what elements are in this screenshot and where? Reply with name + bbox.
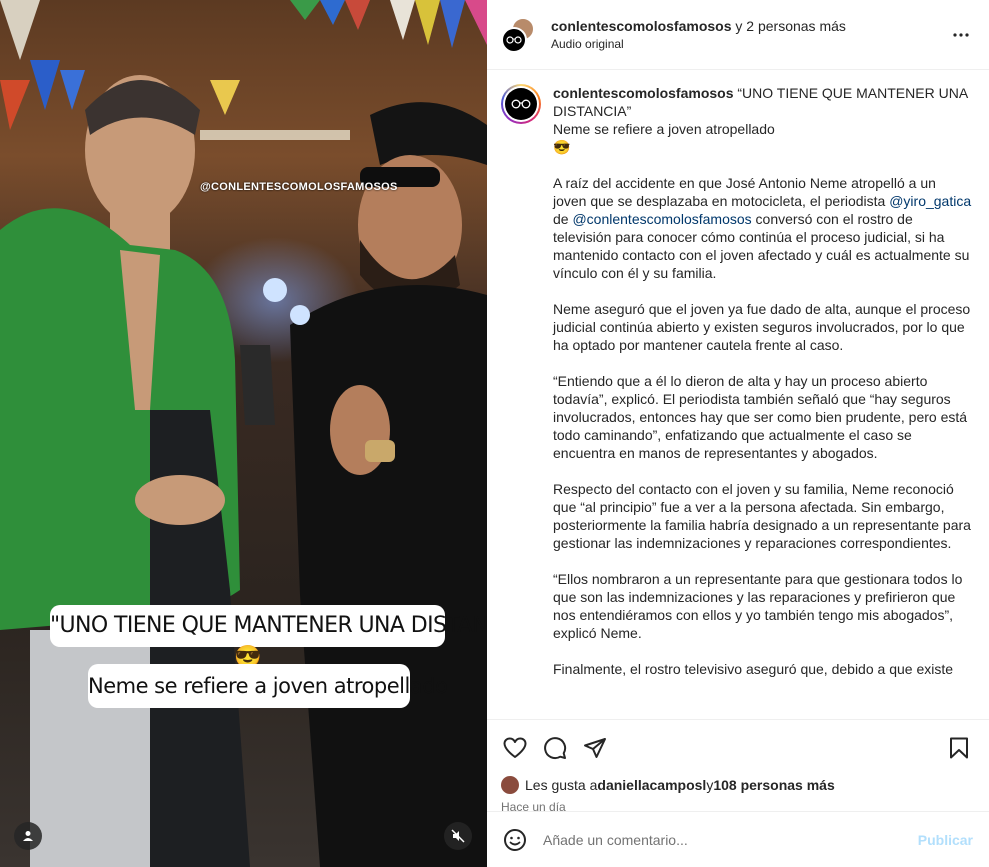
mute-button[interactable] [444, 822, 472, 850]
comment-icon [544, 737, 567, 760]
more-icon [953, 32, 969, 37]
share-icon [584, 738, 606, 758]
caption-subtitle: Neme se refiere a joven atropellado [553, 121, 775, 137]
caption-username[interactable]: conlentescomolosfamosos [553, 85, 734, 101]
author-story-ring[interactable] [501, 84, 541, 124]
bookmark-icon [950, 737, 968, 759]
likes-count[interactable]: 108 personas más [713, 777, 834, 793]
comment-input[interactable] [543, 831, 918, 848]
add-comment-bar: Publicar [487, 811, 989, 867]
post-side-panel: conlentescomolosfamosos y 2 personas más… [487, 0, 989, 867]
header-line: conlentescomolosfamosos y 2 personas más [551, 18, 949, 34]
more-options-button[interactable] [949, 23, 973, 47]
post-video[interactable]: @CONLENTESCOMOLOSFAMOSOS "UNO TIENE QUE … [0, 0, 487, 867]
caption-emoji: 😎 [553, 139, 571, 155]
man-green-shirt [0, 75, 250, 867]
caption-paragraph-2: Neme aseguró que el joven ya fue dado de… [553, 301, 971, 353]
caption-area[interactable]: conlentescomolosfamosos “UNO TIENE QUE M… [487, 70, 989, 719]
emoji-icon [504, 828, 526, 851]
like-button[interactable] [501, 734, 529, 762]
publish-comment-button[interactable]: Publicar [918, 832, 973, 848]
caption-text: conlentescomolosfamosos “UNO TIENE QUE M… [553, 84, 973, 678]
sunglasses-logo-icon [506, 35, 522, 44]
caption-heading: conlentescomolosfamosos “UNO TIENE QUE M… [553, 84, 973, 120]
caption-paragraph-1: A raíz del accidente en que José Antonio… [553, 175, 972, 281]
share-button[interactable] [581, 734, 609, 762]
mention-link[interactable]: @conlentescomolosfamosos [572, 211, 751, 227]
video-watermark: @CONLENTESCOMOLOSFAMOSOS [200, 181, 398, 193]
collab-avatars[interactable] [501, 16, 537, 53]
audio-label[interactable]: Audio original [551, 37, 949, 51]
caption-paragraph-4: Respecto del contacto con el joven y su … [553, 481, 971, 551]
muted-icon [451, 829, 465, 843]
caption-paragraph-5: “Ellos nombraron a un representante para… [553, 571, 963, 641]
action-icon-row [501, 728, 973, 768]
heart-icon [503, 737, 527, 758]
save-button[interactable] [945, 734, 973, 762]
video-caption-title: "UNO TIENE QUE MANTENER UNA DISTANCIA" [50, 605, 487, 647]
video-caption-subtitle: Neme se refiere a joven atropellado [88, 664, 448, 708]
caption-paragraph-3: “Entiendo que a él lo dieron de alta y h… [553, 373, 968, 461]
sunglasses-logo-icon [511, 99, 531, 109]
post-header: conlentescomolosfamosos y 2 personas más… [487, 0, 989, 70]
post-actions: Les gusta a daniellacamposl y 108 person… [487, 719, 989, 814]
mention-link[interactable]: @yiro_gatica [889, 193, 971, 209]
header-username[interactable]: conlentescomolosfamosos [551, 18, 732, 34]
user-tag-icon [23, 831, 33, 841]
post-modal: @CONLENTESCOMOLOSFAMOSOS "UNO TIENE QUE … [0, 0, 989, 867]
author-avatar [501, 26, 527, 53]
header-text: conlentescomolosfamosos y 2 personas más… [551, 18, 949, 51]
user-tag-button[interactable] [14, 822, 42, 850]
emoji-button[interactable] [501, 826, 529, 854]
man-black-shirt [240, 102, 487, 867]
header-others[interactable]: y 2 personas más [732, 18, 846, 34]
liker-username[interactable]: daniellacamposl [597, 777, 706, 793]
comment-button[interactable] [541, 734, 569, 762]
liker-avatar [501, 776, 519, 794]
post-caption: conlentescomolosfamosos “UNO TIENE QUE M… [501, 84, 973, 678]
caption-author-avatar [505, 88, 537, 120]
likes-summary[interactable]: Les gusta a daniellacamposl y 108 person… [501, 776, 973, 794]
caption-paragraph-6: Finalmente, el rostro televisivo aseguró… [553, 661, 954, 677]
